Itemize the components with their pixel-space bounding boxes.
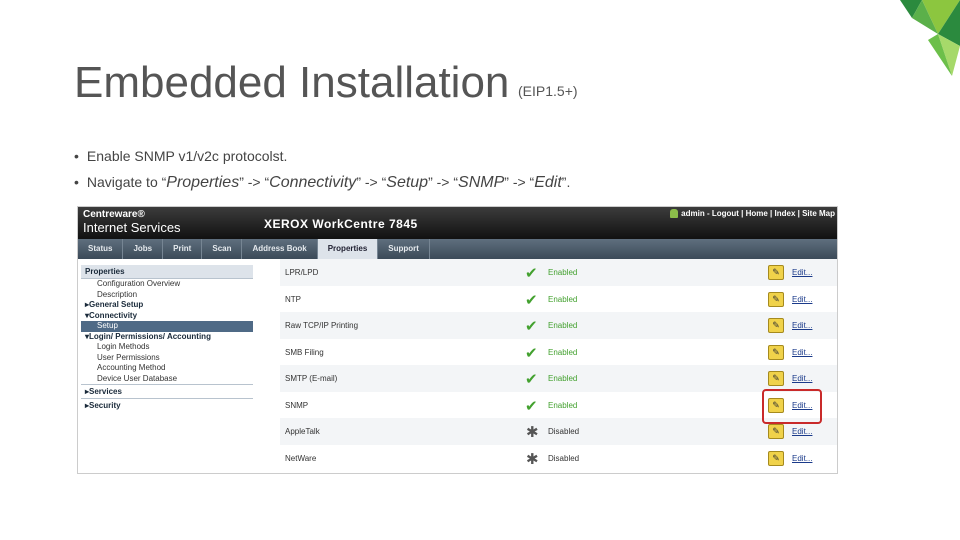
table-row: SMTP (E-mail) ✔ Enabled ✎ Edit... [280,365,837,392]
tab-address-book[interactable]: Address Book [242,239,318,259]
check-icon: ✔ [525,318,538,335]
path-sep: ” -> “ [356,174,387,190]
path-snmp: SNMP [458,174,505,191]
top-links[interactable]: admin - Logout | Home | Index | Site Map [670,209,835,218]
sidebar-item[interactable]: ▾Login/ Permissions/ Accounting [81,332,253,343]
pencil-icon[interactable]: ✎ [768,371,784,386]
disabled-icon: ✱ [526,424,539,441]
edit-link[interactable]: Edit... [792,268,812,277]
protocol-status: Enabled [548,268,578,277]
pencil-icon[interactable]: ✎ [768,318,784,333]
corner-logo-icon [900,0,960,76]
protocol-name: NetWare [285,453,317,463]
table-row: SMB Filing ✔ Enabled ✎ Edit... [280,339,837,366]
table-row: NetWare ✱ Disabled ✎ Edit... [280,445,837,472]
bullet-1: • Enable SNMP v1/v2c protocolst. [74,148,287,164]
pencil-icon[interactable]: ✎ [768,450,784,466]
check-icon: ✔ [525,344,538,362]
sidebar: Properties Configuration Overview Descript… [81,265,253,412]
edit-link[interactable]: Edit... [792,321,812,330]
path-setup: Setup [386,174,429,191]
protocol-status: Enabled [548,321,578,330]
sidebar-item[interactable]: Properties [81,265,253,279]
check-icon: ✔ [525,291,538,309]
sidebar-item[interactable]: Setup [81,321,253,332]
path-sep: ” -> “ [504,174,535,190]
slide-title: Embedded Installation [74,58,510,107]
tab-print[interactable]: Print [163,239,203,259]
tab-support[interactable]: Support [378,239,430,259]
path-sep: ” -> “ [428,174,459,190]
app-header: Centreware® Internet Services XEROX Work… [78,207,837,239]
protocol-name: SNMP [285,400,309,410]
tab-properties[interactable]: Properties [317,239,379,259]
check-icon: ✔ [525,371,538,388]
sidebar-item[interactable]: Accounting Method [81,363,253,374]
edit-link[interactable]: Edit... [792,295,812,304]
highlight-box [762,389,822,424]
sidebar-item[interactable]: ▾Connectivity [81,311,253,322]
protocol-status: Disabled [548,453,580,463]
edit-link[interactable]: Edit... [792,454,812,463]
table-row: AppleTalk ✱ Disabled ✎ Edit... [280,418,837,445]
tab-bar: Status Jobs Print Scan Address Book Propertie… [78,239,837,259]
edit-link[interactable]: Edit... [792,348,812,357]
protocol-name: LPR/LPD [285,268,319,277]
protocol-name: SMTP (E-mail) [285,374,338,383]
table-row: SNMP ✔ Enabled ✎ Edit... [280,392,837,419]
protocol-name: AppleTalk [285,427,320,436]
brand-line1: Centreware® [83,209,145,220]
edit-link[interactable]: Edit... [792,427,812,436]
protocol-status: Enabled [548,400,578,410]
brand-line2: Internet Services [83,220,181,235]
sidebar-item[interactable]: ▸Services [81,384,253,398]
sidebar-item[interactable]: ▸General Setup [81,300,253,311]
tab-jobs[interactable]: Jobs [123,239,164,259]
pencil-icon[interactable]: ✎ [768,291,784,307]
protocol-name: Raw TCP/IP Printing [285,321,359,330]
path-connectivity: Connectivity [269,174,357,191]
tab-scan[interactable]: Scan [202,239,243,259]
check-icon: ✔ [525,397,538,415]
path-edit: Edit [534,174,562,191]
table-row: LPR/LPD ✔ Enabled ✎ Edit... [280,259,837,286]
table-row: Raw TCP/IP Printing ✔ Enabled ✎ Edit... [280,312,837,339]
sidebar-item[interactable]: Login Methods [81,342,253,353]
sidebar-item[interactable]: Device User Database [81,374,253,385]
check-icon: ✔ [525,265,538,282]
bullet-dot: • [74,174,79,190]
protocol-name: SMB Filing [285,347,324,357]
model-name: XEROX WorkCentre 7845 [264,217,418,231]
path-sep: ” -> “ [239,174,270,190]
bullet-pre: Navigate to “ [86,174,167,190]
path-end: ”. [561,174,571,190]
sidebar-item[interactable]: Configuration Overview [81,279,253,290]
disabled-icon: ✱ [526,450,539,468]
pencil-icon[interactable]: ✎ [768,424,784,439]
pencil-icon[interactable]: ✎ [768,344,784,360]
path-properties: Properties [166,174,240,191]
pencil-icon[interactable]: ✎ [768,265,784,280]
tab-status[interactable]: Status [78,239,124,259]
protocol-status: Enabled [548,347,578,357]
sidebar-item[interactable]: ▸Security [81,398,253,412]
table-row: NTP ✔ Enabled ✎ Edit... [280,286,837,313]
protocol-name: NTP [285,294,301,304]
bullet-text: Enable SNMP v1/v2c protocolst. [86,148,288,164]
sidebar-item[interactable]: User Permissions [81,353,253,364]
protocol-table: LPR/LPD ✔ Enabled ✎ Edit... NTP ✔ Enabled ✎ Edit.… [280,259,837,471]
user-icon [670,209,679,218]
sidebar-item[interactable]: Description [81,290,253,301]
protocol-status: Enabled [548,374,578,383]
bullet-dot: • [74,148,79,164]
bullet-2: • Navigate to “Properties” -> “Connectivi… [74,174,570,192]
slide-subtitle: (EIP1.5+) [518,83,578,99]
web-ui-screenshot: Centreware® Internet Services XEROX Work… [77,206,838,474]
protocol-status: Disabled [548,427,580,436]
protocol-status: Enabled [548,294,578,304]
edit-link[interactable]: Edit... [792,374,812,383]
top-links-text[interactable]: admin - Logout | Home | Index | Site Map [681,209,835,218]
